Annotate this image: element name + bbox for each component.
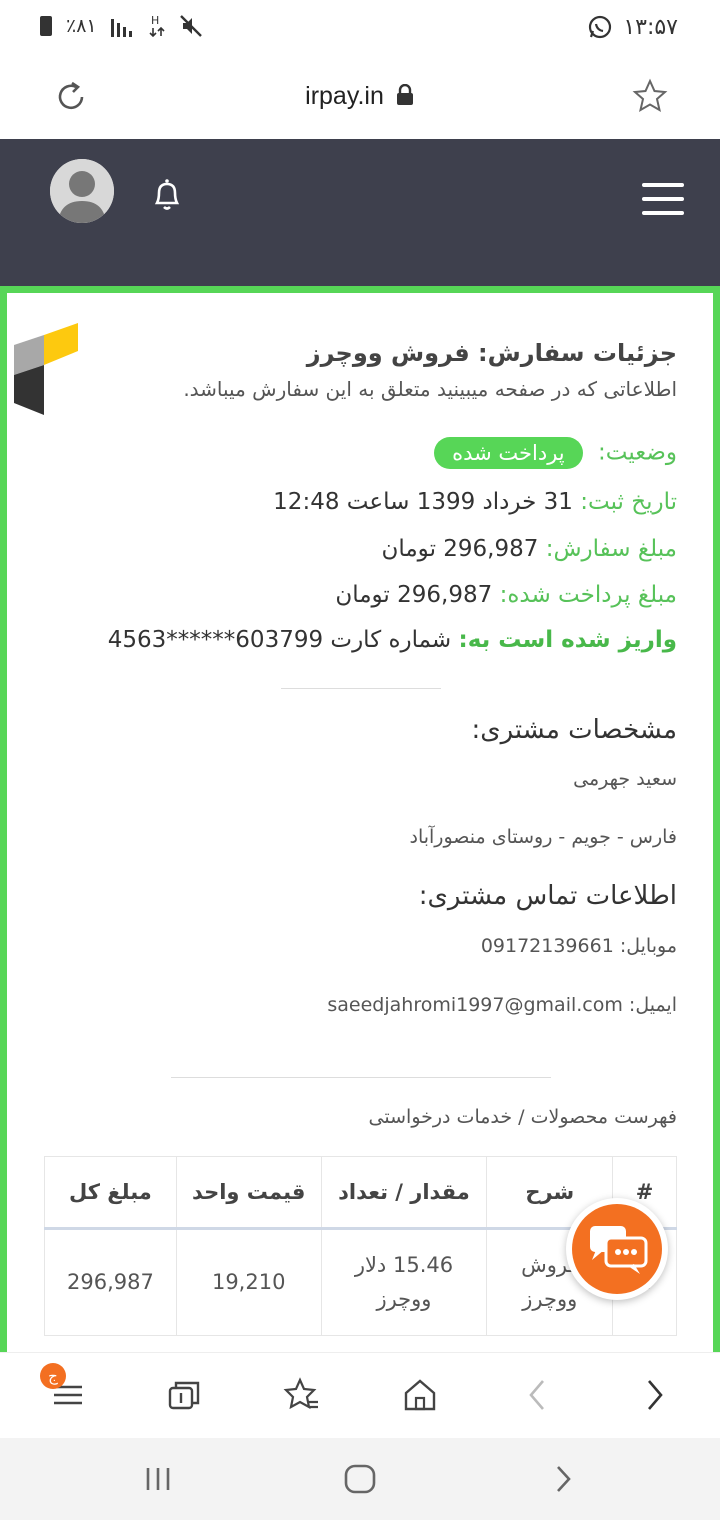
- status-left: ٪۸۱ H: [40, 14, 203, 38]
- col-quantity: مقدار / تعداد: [320, 1156, 488, 1230]
- order-subtitle: اطلاعاتی که در صفحه میبینید متعلق به این…: [183, 377, 677, 401]
- divider: [171, 1077, 551, 1078]
- order-details-panel: جزئیات سفارش: فروش ووچرز اطلاعاتی که در …: [0, 286, 720, 1352]
- whatsapp-icon: [589, 15, 612, 39]
- chat-icon: [572, 1204, 662, 1294]
- col-total: مبلغ کل: [44, 1156, 177, 1230]
- order-title: جزئیات سفارش: فروش ووچرز: [306, 339, 677, 367]
- status-row: وضعیت: پرداخت شده: [434, 437, 677, 469]
- amount-value: 296,987 تومان: [381, 536, 539, 562]
- email-row: ایمیل: saeedjahromi1997@gmail.com: [327, 994, 677, 1016]
- home-button-icon[interactable]: [342, 1462, 378, 1496]
- mute-icon: [179, 15, 202, 37]
- browser-toolbar: ج: [0, 1352, 720, 1438]
- battery-icon: [40, 16, 52, 36]
- back-icon[interactable]: [518, 1375, 558, 1415]
- amount-row: مبلغ سفارش: 296,987 تومان: [381, 536, 677, 562]
- notification-badge: ج: [40, 1363, 66, 1389]
- mobile-row: موبایل: 09172139661: [481, 935, 677, 957]
- mobile-value: 09172139661: [480, 935, 614, 957]
- status-right: ۱۳:۵۷: [587, 14, 678, 40]
- clock: ۱۳:۵۷: [623, 14, 678, 40]
- bookmarks-icon[interactable]: [282, 1375, 322, 1415]
- paid-value: 296,987 تومان: [335, 582, 493, 608]
- recent-apps-icon[interactable]: [142, 1464, 174, 1494]
- status-badge: پرداخت شده: [434, 437, 583, 469]
- nav-back-icon[interactable]: [548, 1462, 578, 1496]
- cell-total: 296,987: [44, 1228, 177, 1336]
- avatar-icon[interactable]: [50, 159, 114, 223]
- url-text: irpay.in: [305, 82, 384, 110]
- home-icon[interactable]: [400, 1375, 440, 1415]
- system-navigation-bar: [0, 1438, 720, 1520]
- star-icon[interactable]: [632, 78, 668, 114]
- bell-icon[interactable]: [148, 175, 186, 213]
- customer-heading: مشخصات مشتری:: [471, 715, 677, 745]
- amount-label: مبلغ سفارش:: [545, 536, 677, 562]
- lock-icon: [396, 83, 413, 105]
- signal-icon: [110, 19, 132, 37]
- products-heading: فهرست محصولات / خدمات درخواستی: [368, 1106, 677, 1128]
- date-label: تاریخ ثبت:: [580, 489, 677, 515]
- customer-name: سعید جهرمی: [573, 768, 677, 790]
- contact-heading: اطلاعات تماس مشتری:: [418, 881, 677, 911]
- status-label: وضعیت:: [597, 439, 677, 466]
- date-row: تاریخ ثبت: 31 خرداد 1399 ساعت 12:48: [273, 489, 677, 515]
- deposit-row: واریز شده است به: شماره کارت 603799*****…: [108, 627, 677, 653]
- h-data-icon: H: [149, 14, 165, 38]
- col-unit-price: قیمت واحد: [175, 1156, 322, 1230]
- site-logo: [14, 323, 78, 415]
- url-display[interactable]: irpay.in: [0, 82, 720, 111]
- paid-label: مبلغ پرداخت شده:: [499, 582, 677, 608]
- deposit-label: واریز شده است به:: [458, 627, 678, 653]
- mobile-label: موبایل:: [619, 935, 677, 957]
- email-value: saeedjahromi1997@gmail.com: [327, 994, 623, 1016]
- menu-icon[interactable]: [642, 183, 684, 217]
- divider: [281, 688, 441, 689]
- email-label: ایمیل:: [628, 994, 677, 1016]
- battery-level: ٪۸۱: [66, 15, 97, 37]
- svg-text:H: H: [151, 14, 159, 27]
- status-bar: ٪۸۱ H ۱۳:۵۷: [0, 0, 720, 56]
- chat-button[interactable]: [566, 1198, 668, 1300]
- cell-unit-price: 19,210: [175, 1228, 322, 1336]
- url-bar: irpay.in: [0, 56, 720, 139]
- tabs-icon[interactable]: [164, 1375, 204, 1415]
- customer-address: فارس - جویم - روستای منصورآباد: [409, 826, 677, 848]
- paid-row: مبلغ پرداخت شده: 296,987 تومان: [335, 582, 677, 608]
- deposit-value: شماره کارت 603799******4563: [107, 627, 452, 653]
- site-header: [0, 139, 720, 286]
- forward-icon[interactable]: [634, 1375, 674, 1415]
- date-value: 31 خرداد 1399 ساعت 12:48: [273, 489, 573, 515]
- cell-quantity: 15.46 دلار ووچرز: [320, 1228, 488, 1336]
